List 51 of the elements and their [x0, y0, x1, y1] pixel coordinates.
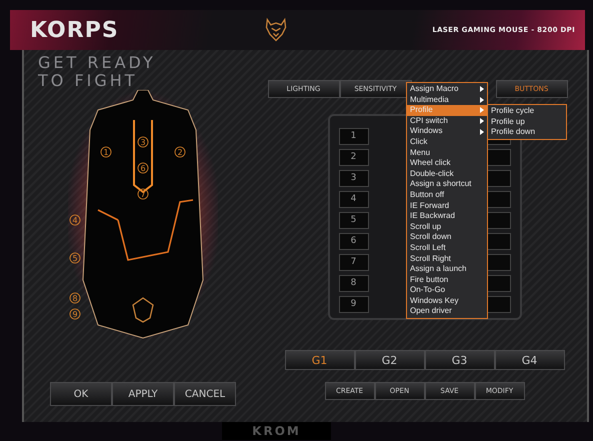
dialog-button[interactable]: APPLY [112, 382, 174, 406]
button-number: 5 [338, 212, 368, 229]
button-number-marker: 7 [138, 188, 148, 200]
menu-item[interactable]: Wheel click [407, 158, 487, 169]
button-number-marker: 9 [70, 308, 80, 320]
button-number: 4 [338, 191, 368, 208]
menu-item[interactable]: IE Backwrad [407, 211, 487, 222]
button-number-marker: 8 [70, 292, 80, 304]
menu-item[interactable]: Profile down [488, 127, 566, 138]
menu-item[interactable]: Profile cycle [488, 106, 566, 117]
button-number: 2 [338, 149, 368, 166]
button-number: 3 [338, 170, 368, 187]
button-number: 9 [338, 296, 368, 313]
menu-item[interactable]: Assign a launch [407, 264, 487, 275]
menu-item[interactable]: IE Forward [407, 200, 487, 212]
menu-item[interactable]: CPI switch [407, 116, 487, 126]
menu-item[interactable]: Scroll up [407, 222, 487, 232]
menu-item[interactable]: On-To-Go [407, 285, 487, 296]
button-number-marker: 2 [174, 146, 186, 158]
profile-tab[interactable]: G1 [284, 350, 354, 370]
profile-tab[interactable]: G2 [354, 350, 424, 370]
button-number-marker: 4 [70, 214, 80, 226]
menu-item[interactable]: Double-click [407, 168, 487, 180]
button-number-marker: 5 [70, 252, 80, 264]
menu-item[interactable]: Scroll Right [407, 254, 487, 264]
button-number: 1 [338, 128, 368, 145]
brand-logo: KORPS [30, 18, 119, 42]
menu-item[interactable]: Open driver [407, 306, 487, 318]
menu-item[interactable]: Windows [407, 126, 487, 137]
profile-tab[interactable]: G3 [424, 350, 494, 370]
button-number-marker: 3 [138, 136, 148, 148]
button-number-marker: 6 [138, 162, 148, 174]
menu-item[interactable]: Menu [407, 148, 487, 158]
menu-item[interactable]: Windows Key [407, 296, 487, 306]
menu-item[interactable]: Button off [407, 190, 487, 201]
menu-item[interactable]: Profile up [488, 116, 566, 128]
menu-item[interactable]: Scroll Left [407, 242, 487, 254]
dialog-button[interactable]: CANCEL [174, 382, 236, 406]
button-number: 8 [338, 275, 368, 292]
menu-item[interactable]: Assign a shortcut [407, 179, 487, 190]
profile-tab[interactable]: G4 [494, 350, 564, 370]
menu-item[interactable]: Fire button [407, 274, 487, 286]
footer-brand-logo: KROM [222, 422, 331, 440]
slogan-text: GET READY [38, 54, 156, 72]
button-number: 6 [338, 233, 368, 250]
dialog-button[interactable]: OK [50, 382, 112, 406]
button-number: 7 [338, 254, 368, 271]
slogan-text: TO FIGHT [38, 72, 139, 90]
menu-item[interactable]: Scroll down [407, 232, 487, 243]
menu-item[interactable]: Click [407, 136, 487, 148]
button-number-marker: 1 [100, 146, 112, 158]
